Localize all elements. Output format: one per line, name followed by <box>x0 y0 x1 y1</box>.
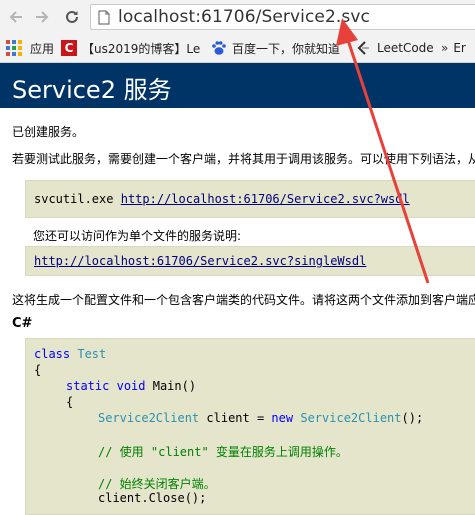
generate-note: 这将生成一个配置文件和一个包含客户端类的代码文件。请将这两个文件添加到客户端应 <box>12 293 475 307</box>
browser-toolbar: localhost:61706/Service2.svc <box>0 0 475 34</box>
code-line-main: static void Main() <box>66 379 197 393</box>
csdn-icon: C <box>61 40 77 56</box>
bookmark-apps[interactable]: 应用 <box>6 34 54 62</box>
url-text: localhost:61706/Service2.svc <box>118 7 370 27</box>
page-header: Service2 服务 <box>0 63 475 108</box>
single-wsdl-link[interactable]: http://localhost:61706/Service2.svc?sing… <box>34 254 366 268</box>
code-line-inner-brace: { <box>66 395 74 409</box>
address-bar[interactable]: localhost:61706/Service2.svc <box>90 4 475 30</box>
double-chevron-icon: » <box>441 41 449 55</box>
forward-button[interactable] <box>30 5 54 29</box>
bookmark-leetcode-label: LeetCode <box>377 41 434 55</box>
page-title: Service2 服务 <box>12 76 172 104</box>
apps-grid-icon <box>6 40 22 56</box>
wsdl-link[interactable]: http://localhost:61706/Service2.svc?wsdl <box>121 192 410 206</box>
bookmark-blog-label: 【us2019的博客】Le <box>82 41 201 56</box>
bookmark-baidu-label: 百度一下，你就知道 <box>232 41 341 56</box>
reload-icon <box>66 10 78 23</box>
bookmark-leetcode[interactable]: LeetCode <box>355 34 434 62</box>
arrow-left-icon <box>9 11 22 23</box>
bookmark-blog[interactable]: C 【us2019的博客】Le <box>61 34 200 62</box>
bookmark-apps-label: 应用 <box>30 41 55 56</box>
baidu-paw-icon <box>212 41 226 55</box>
service-created-text: 已创建服务。 <box>12 125 85 139</box>
bookmarks-bar: 应用 C 【us2019的博客】Le 百度一下，你就知道 LeetCode » … <box>0 34 475 63</box>
reload-button[interactable] <box>60 5 84 29</box>
code-line-comment-use: // 使用 "client" 变量在服务上调用操作。 <box>98 445 348 459</box>
bookmark-partial-label: Er <box>453 41 466 55</box>
leetcode-icon <box>357 41 369 55</box>
bookmark-partial[interactable]: » Er <box>441 34 466 62</box>
code-line-comment-close: // 始终关闭客户端。 <box>98 477 216 491</box>
code-line-class: class Test <box>34 347 107 361</box>
arrow-right-icon <box>36 11 49 23</box>
instructions-text: 若要测试此服务，需要创建一个客户端，并将其用于调用该服务。可以使用下列语法，从 <box>12 152 475 166</box>
single-wsdl-box: http://localhost:61706/Service2.svc?sing… <box>25 246 475 276</box>
csharp-code-box: class Test { static void Main() { Servic… <box>25 338 475 515</box>
single-file-note: 您还可以访问作为单个文件的服务说明: <box>33 229 242 243</box>
back-button[interactable] <box>4 5 28 29</box>
code-line-client-decl: Service2Client client = new Service2Clie… <box>98 411 424 425</box>
svcutil-command: svcutil.exe <box>34 192 114 206</box>
csharp-label: C# <box>12 316 33 331</box>
page-icon <box>98 10 110 25</box>
code-line-open-brace: { <box>34 363 42 377</box>
svcutil-box: svcutil.exe http://localhost:61706/Servi… <box>25 180 475 218</box>
bookmark-baidu[interactable]: 百度一下，你就知道 <box>211 34 340 62</box>
